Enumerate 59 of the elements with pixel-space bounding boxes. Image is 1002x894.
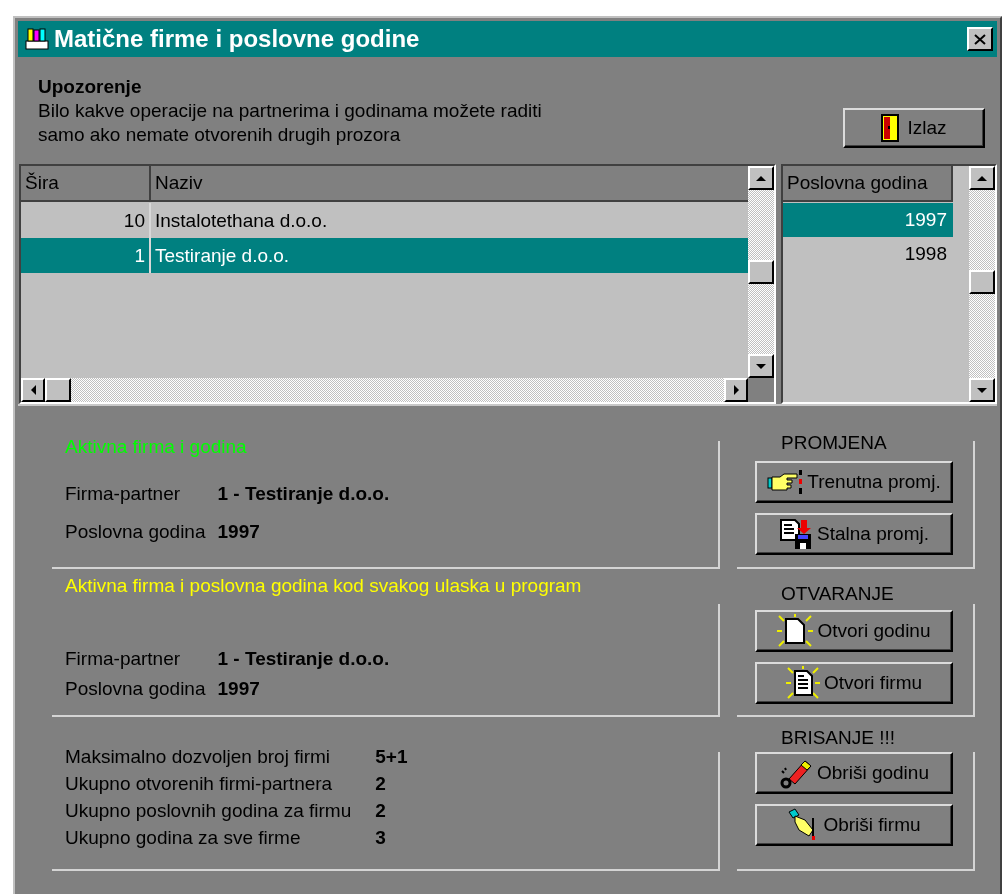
action-button[interactable]: Stalna promj.	[755, 513, 953, 555]
list-item[interactable]: 1997	[783, 203, 953, 237]
scroll-down-button[interactable]	[748, 354, 774, 378]
door-icon	[881, 114, 900, 142]
field-value: 1997	[217, 678, 261, 700]
action-button[interactable]: Otvori firmu	[755, 662, 953, 704]
scroll-thumb[interactable]	[969, 270, 995, 294]
field-label: Poslovna godina	[65, 678, 206, 700]
scroll-left-button[interactable]	[21, 378, 45, 402]
section-title: Aktivna firma i poslovna godina kod svakog ulaska u program	[65, 574, 583, 598]
field-value: 1 - Testiranje d.o.o.	[217, 648, 390, 670]
scroll-down-button[interactable]	[969, 378, 995, 402]
column-header[interactable]: Šira	[21, 166, 151, 200]
scroll-up-button[interactable]	[969, 166, 995, 190]
vertical-scrollbar[interactable]	[969, 166, 995, 402]
field-label: Ukupno otvorenih firmi-partnera	[65, 773, 334, 795]
field-label: Maksimalno dozvoljen broj firmi	[65, 746, 332, 768]
sparkling-form-icon	[785, 666, 820, 700]
field-value: 2	[375, 800, 387, 822]
group-title: PROMJENA	[781, 431, 887, 455]
section-title: Aktivna firma i godina	[65, 435, 248, 459]
field-value: 3	[375, 827, 387, 849]
scroll-thumb[interactable]	[45, 378, 71, 402]
field-label: Poslovna godina	[65, 521, 206, 543]
pointing-hand-icon	[767, 469, 804, 495]
warning-text: Bilo kakve operacije na partnerima i godinama možete raditi	[38, 99, 542, 123]
action-button[interactable]: Otvori godinu	[755, 610, 953, 652]
field-label: Ukupno poslovnih godina za firmu	[65, 800, 352, 822]
action-button[interactable]: Obriši firmu	[755, 804, 953, 846]
field-value: 5+1	[375, 746, 408, 768]
group-title: BRISANJE !!!	[781, 726, 896, 750]
field-label: Ukupno godina za sve firme	[65, 827, 302, 849]
scroll-right-button[interactable]	[724, 378, 748, 402]
column-header[interactable]: Naziv	[151, 166, 748, 200]
window-title: Matične firme i poslovne godine	[54, 25, 421, 53]
exit-button[interactable]: Izlaz	[843, 108, 985, 148]
action-button[interactable]: Trenutna promj.	[755, 461, 953, 503]
action-button[interactable]: Obriši godinu	[755, 752, 953, 794]
list-item[interactable]: 1998	[783, 237, 953, 271]
field-label: Firma-partner	[65, 648, 182, 670]
scroll-up-button[interactable]	[748, 166, 774, 190]
field-label: Firma-partner	[65, 483, 182, 505]
warning-text: samo ako nemate otvorenih drugih prozora	[38, 123, 402, 147]
field-value: 1 - Testiranje d.o.o.	[217, 483, 390, 505]
field-value: 2	[375, 773, 387, 795]
warning-heading: Upozorenje	[38, 75, 143, 99]
app-icon	[24, 27, 50, 51]
vertical-scrollbar[interactable]	[748, 166, 774, 378]
field-value: 1997	[217, 521, 261, 543]
document-disk-icon	[779, 518, 813, 550]
group-title: OTVARANJE	[781, 582, 894, 606]
horizontal-scrollbar[interactable]	[21, 378, 748, 402]
scroll-thumb[interactable]	[748, 260, 774, 284]
scrollbar-corner	[748, 378, 774, 402]
close-icon	[974, 33, 986, 45]
table-row[interactable]: 1 Testiranje d.o.o.	[21, 238, 748, 273]
close-button[interactable]	[967, 27, 993, 51]
column-header[interactable]: Poslovna godina	[783, 166, 953, 202]
sparkling-page-icon	[777, 614, 814, 648]
